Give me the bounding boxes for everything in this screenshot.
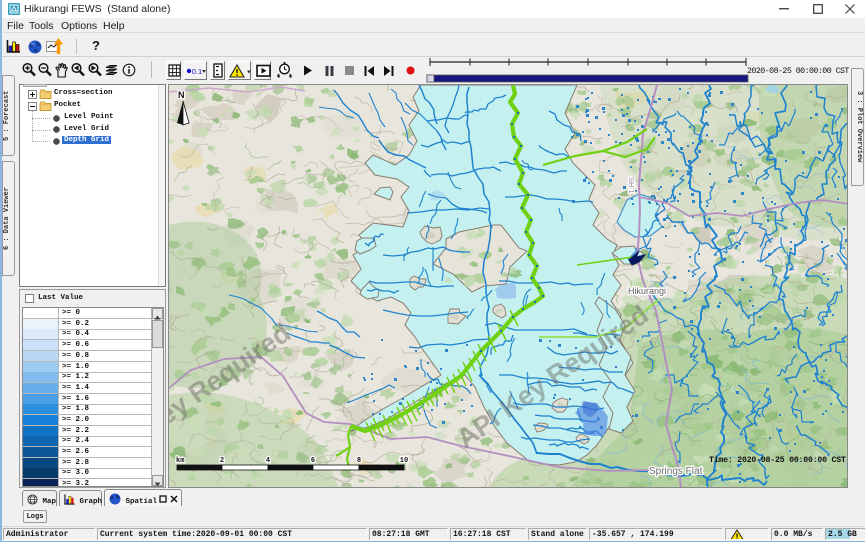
- svg-text:8: 8: [357, 457, 361, 465]
- svg-text:6: 6: [311, 457, 315, 465]
- svg-text:N: N: [178, 90, 185, 100]
- svg-text:0.1: 0.1: [192, 67, 202, 76]
- svg-text:Hikurangi: Hikurangi: [628, 286, 666, 296]
- svg-text:SH 1: SH 1: [627, 177, 636, 194]
- svg-text:km: km: [176, 457, 184, 465]
- svg-text:Springs Flat: Springs Flat: [649, 466, 703, 477]
- svg-text:Time: 2020-08-25 00:00:00 CST: Time: 2020-08-25 00:00:00 CST: [709, 455, 846, 465]
- svg-text:2: 2: [220, 457, 224, 465]
- svg-text:4: 4: [266, 457, 270, 465]
- svg-text:10: 10: [400, 457, 408, 465]
